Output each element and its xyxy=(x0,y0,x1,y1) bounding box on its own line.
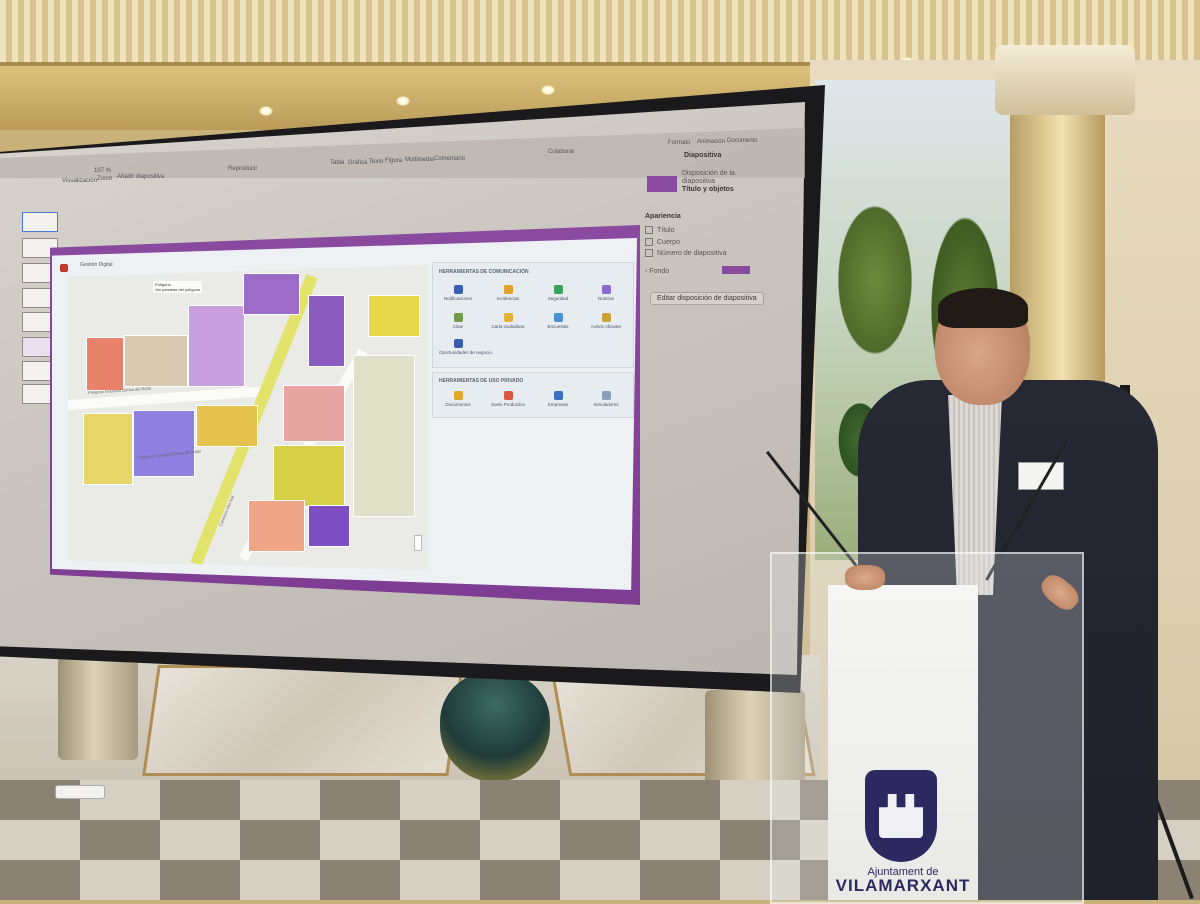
tool-appointments[interactable]: Citas xyxy=(439,313,477,329)
panel-communication: HERRAMIENTAS DE COMUNICACIÓN Notificacio… xyxy=(432,262,634,368)
map-zoom-control[interactable] xyxy=(414,535,422,551)
briefcase-icon xyxy=(453,339,463,348)
edit-layout-button[interactable]: Editar disposición de diapositiva xyxy=(650,292,764,305)
ceiling-light xyxy=(396,96,410,106)
map-tooltip: Polígono Ver parcelas del polígono xyxy=(153,281,203,293)
map-parcel[interactable] xyxy=(353,355,415,517)
slide-number-option[interactable]: Número de diapositiva xyxy=(645,249,727,257)
tool-surveys[interactable]: Encuestas xyxy=(539,313,577,329)
warning-icon xyxy=(503,285,513,294)
shape-button[interactable]: Figura xyxy=(385,158,402,164)
panel-private-heading: HERRAMIENTAS DE USO PRIVADO xyxy=(439,378,524,384)
checkbox-icon[interactable] xyxy=(645,249,653,257)
survey-icon xyxy=(553,313,563,322)
checkbox-icon[interactable] xyxy=(645,238,653,246)
map-parcel[interactable] xyxy=(248,500,305,552)
tool-documents[interactable]: Documentos xyxy=(439,391,477,407)
background-option[interactable]: › Fondo xyxy=(645,268,669,275)
tool-news[interactable]: Noticias xyxy=(587,285,625,301)
letter-icon xyxy=(503,313,513,322)
media-button[interactable]: Multimedia xyxy=(405,157,434,163)
shield-icon xyxy=(553,285,563,294)
town-council-name: VILAMARXANT xyxy=(835,876,971,895)
tool-official-notices[interactable]: Avisos oficiales xyxy=(587,313,625,329)
map-parcel[interactable] xyxy=(283,385,345,442)
tool-simulators[interactable]: Simuladores xyxy=(587,391,625,407)
map-parcel[interactable] xyxy=(83,413,133,485)
ceiling-light xyxy=(259,106,273,116)
bell-icon xyxy=(453,285,463,294)
folder-icon xyxy=(453,391,463,400)
marble-wall-panel xyxy=(142,665,464,776)
document-button[interactable]: Documento xyxy=(727,138,758,144)
map-parcel[interactable] xyxy=(243,273,300,315)
tool-business-opportunities[interactable]: Oportunidades de negocio xyxy=(439,339,492,355)
urban-map[interactable]: Polígono Ver parcelas del polígono Políg… xyxy=(68,265,428,570)
map-parcel[interactable] xyxy=(308,505,350,547)
map-parcel[interactable] xyxy=(86,337,124,391)
town-council-label: Ajuntament de VILAMARXANT xyxy=(828,866,978,896)
panel-private: HERRAMIENTAS DE USO PRIVADO Documentos S… xyxy=(432,372,634,418)
slide-thumbnail[interactable] xyxy=(22,212,58,232)
map-parcel[interactable] xyxy=(308,295,345,367)
town-crest-icon xyxy=(865,770,937,862)
title-option[interactable]: Título xyxy=(645,226,675,234)
view-button[interactable]: Visualización xyxy=(62,178,97,184)
map-parcel[interactable] xyxy=(368,295,420,337)
tool-companies[interactable]: Empresas xyxy=(539,391,577,407)
column-capital xyxy=(995,45,1135,115)
map-parcel[interactable] xyxy=(188,305,245,387)
add-slide-button[interactable]: Añadir diapositiva xyxy=(117,174,164,180)
checkbox-icon[interactable] xyxy=(645,226,653,234)
tool-productive-land[interactable]: Suelo Productivo xyxy=(489,391,527,407)
map-parcel[interactable] xyxy=(133,410,195,477)
news-icon xyxy=(601,285,611,294)
layout-value[interactable]: Título y objetos xyxy=(682,186,734,193)
ceiling-light xyxy=(541,85,555,95)
play-button[interactable]: Reproducir xyxy=(228,166,257,172)
power-strip xyxy=(55,785,105,799)
calendar-icon xyxy=(453,313,463,322)
background-color-swatch[interactable] xyxy=(722,266,750,274)
format-button[interactable]: Formato xyxy=(668,140,690,146)
chart-button[interactable]: Gráfica xyxy=(348,160,367,166)
calculator-icon xyxy=(601,391,611,400)
zoom-button[interactable]: Zoom xyxy=(97,176,112,182)
app-logo-icon xyxy=(60,264,68,272)
building-icon xyxy=(553,391,563,400)
zoom-value[interactable]: 107 % xyxy=(94,168,111,174)
table-button[interactable]: Tabla xyxy=(330,160,344,166)
map-parcel[interactable] xyxy=(273,445,345,507)
text-button[interactable]: Texto xyxy=(369,159,383,165)
comment-button[interactable]: Comentario xyxy=(434,156,465,162)
pillar-base xyxy=(58,655,138,760)
peacock-sculpture xyxy=(440,672,550,782)
castle-icon xyxy=(879,794,923,838)
body-option[interactable]: Cuerpo xyxy=(645,238,680,246)
panel-communication-heading: HERRAMIENTAS DE COMUNICACIÓN xyxy=(439,269,529,275)
speaker-hand xyxy=(845,565,885,590)
inspector-tab-slide[interactable]: Diapositiva xyxy=(684,152,721,159)
collaborate-button[interactable]: Colaborar xyxy=(548,149,574,155)
tool-security[interactable]: Seguridad xyxy=(539,285,577,301)
appearance-heading: Apariencia xyxy=(645,213,681,220)
speaker-hair xyxy=(938,288,1028,328)
animate-button[interactable]: Animación xyxy=(697,139,725,145)
tool-notifications[interactable]: Notificaciones xyxy=(439,285,477,301)
map-pin-icon xyxy=(503,391,513,400)
map-parcel[interactable] xyxy=(196,405,258,447)
layout-preview[interactable] xyxy=(647,176,677,192)
app-title: Gestión Digital xyxy=(80,262,113,268)
megaphone-icon xyxy=(601,313,611,322)
map-parcel[interactable] xyxy=(124,335,188,387)
layout-label: Disposición de la diapositiva xyxy=(682,170,735,185)
chevron-right-icon: › xyxy=(645,268,648,275)
tool-incidents[interactable]: Incidencias xyxy=(489,285,527,301)
tool-citizen-letter[interactable]: Carta ciudadana xyxy=(489,313,527,329)
